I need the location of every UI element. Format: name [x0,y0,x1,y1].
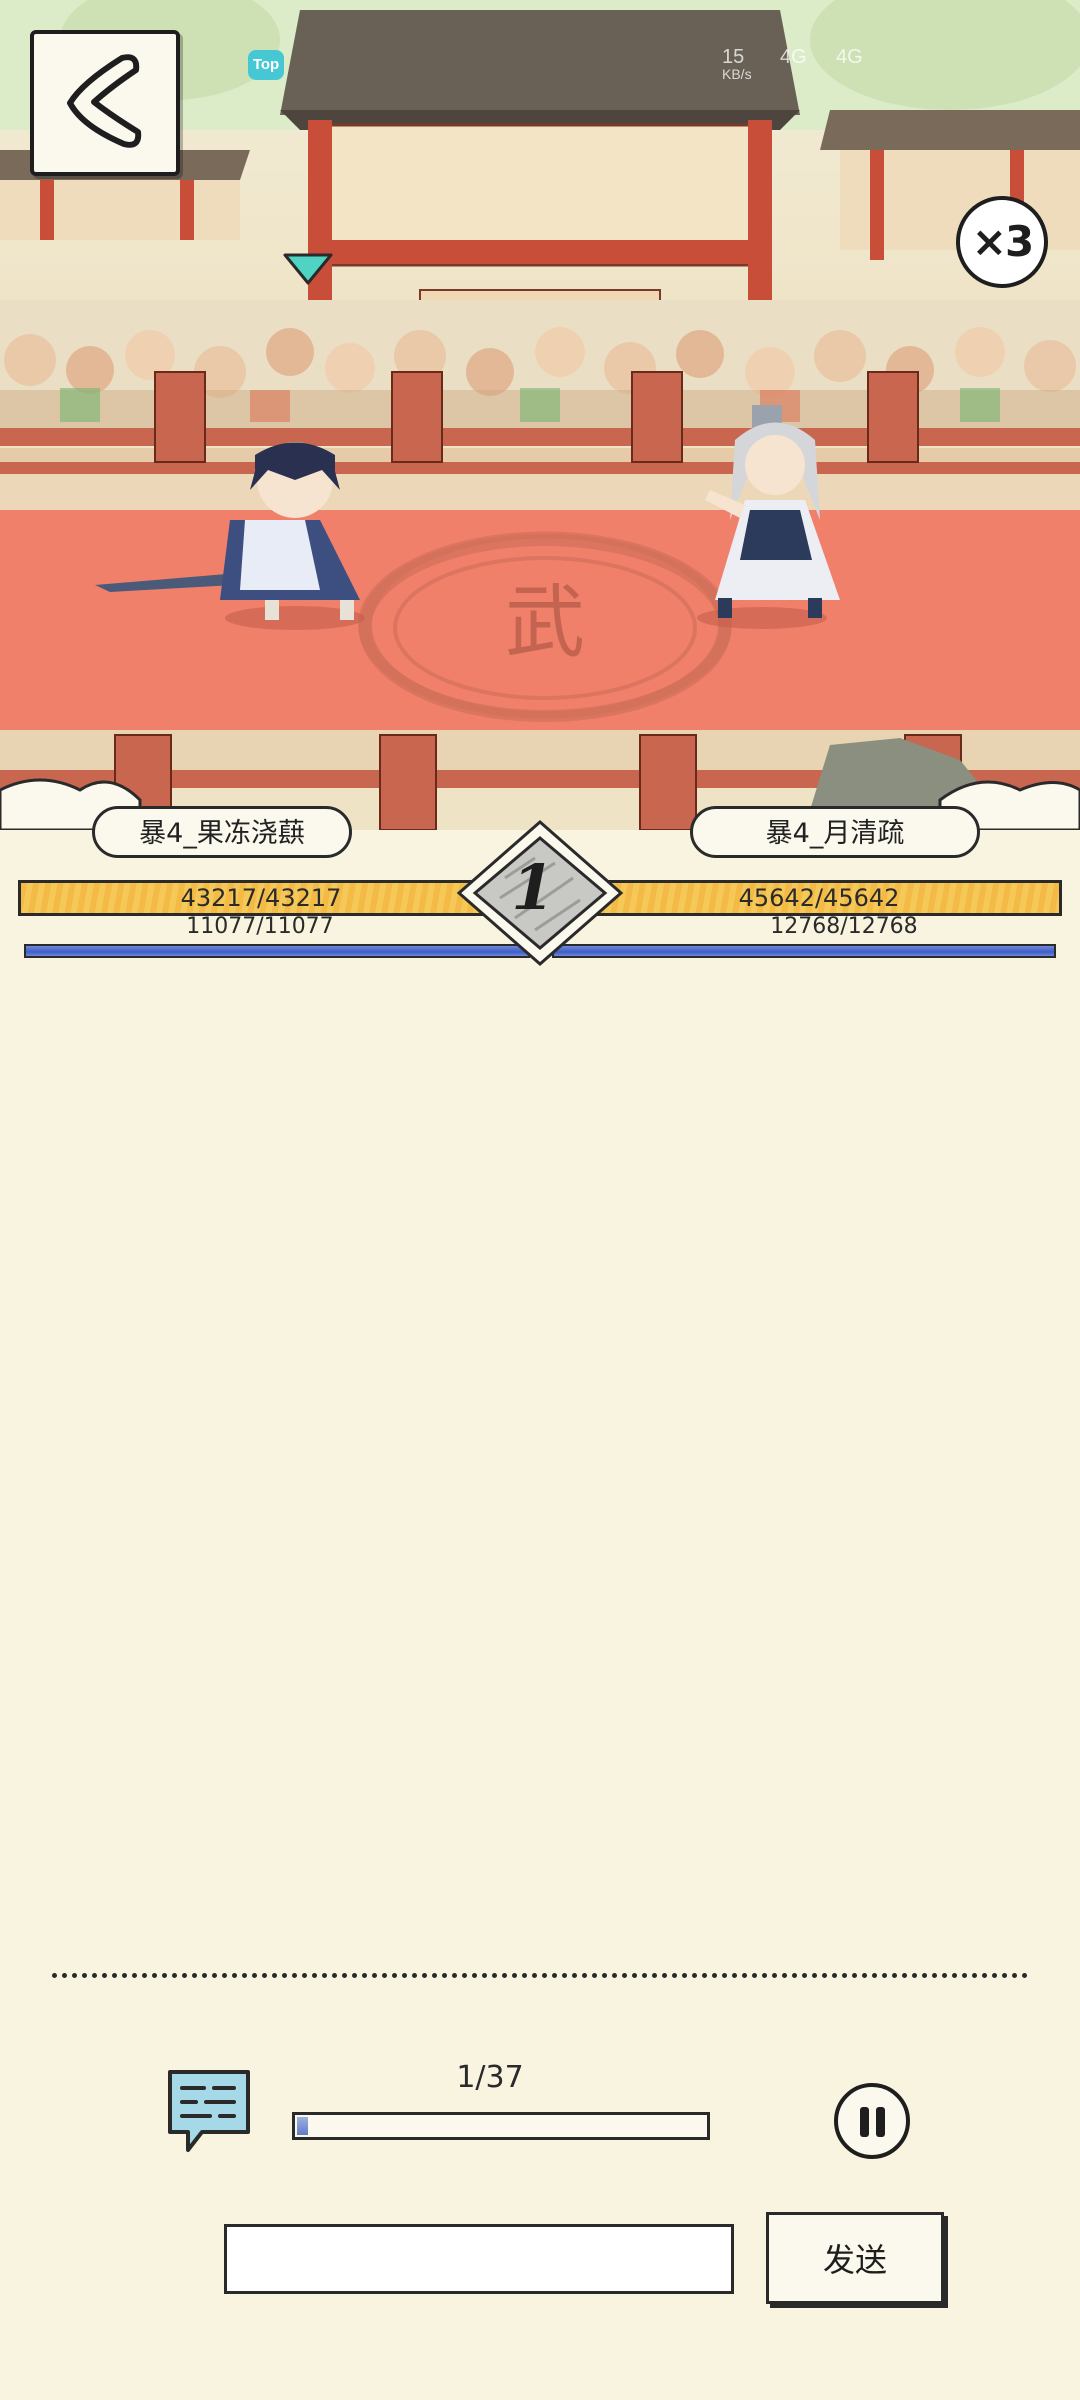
pause-icon [860,2107,869,2137]
enemy-mp-bar [552,944,1056,958]
chat-log-button[interactable] [164,2066,254,2162]
battle-screen: 武 15 KB/s 4G 4G Top ×3 暴4_果冻浇蕻 暴4_月清疏 43… [0,0,1080,2400]
pause-button[interactable] [834,2083,910,2159]
player-hp-text: 43217/43217 [180,884,342,912]
battle-log-area[interactable] [0,970,1080,1960]
playback-progress-bar[interactable] [292,2112,710,2140]
enemy-mp-text: 12768/12768 [770,914,918,939]
turn-indicator-icon [283,253,333,285]
player-hp-bar: 43217/43217 [18,880,504,916]
log-divider [52,1973,1028,1978]
enemy-name-label: 暴4_月清疏 [690,806,980,858]
back-arrow-icon [67,54,142,148]
arena-emblem: 武 [505,576,585,669]
speed-multiplier-label: ×3 [971,217,1034,266]
arena-scene: 武 15 KB/s 4G 4G Top ×3 [0,0,1080,830]
playback-progress-fill [297,2117,308,2135]
chat-bubble-icon [168,2070,250,2152]
pause-icon-bar [876,2107,885,2137]
player-mp-text: 11077/11077 [186,914,334,939]
playback-progress-text: 1/37 [456,2060,524,2095]
chat-message-input[interactable] [224,2224,734,2294]
send-button[interactable]: 发送 [766,2212,944,2304]
speed-toggle-button[interactable]: ×3 [956,196,1048,288]
round-number: 1 [511,851,555,924]
top-badge: Top [248,50,284,80]
player-name-label: 暴4_果冻浇蕻 [92,806,352,858]
enemy-hp-text: 45642/45642 [738,884,900,912]
back-button[interactable] [30,30,180,176]
enemy-hp-bar: 45642/45642 [576,880,1062,916]
